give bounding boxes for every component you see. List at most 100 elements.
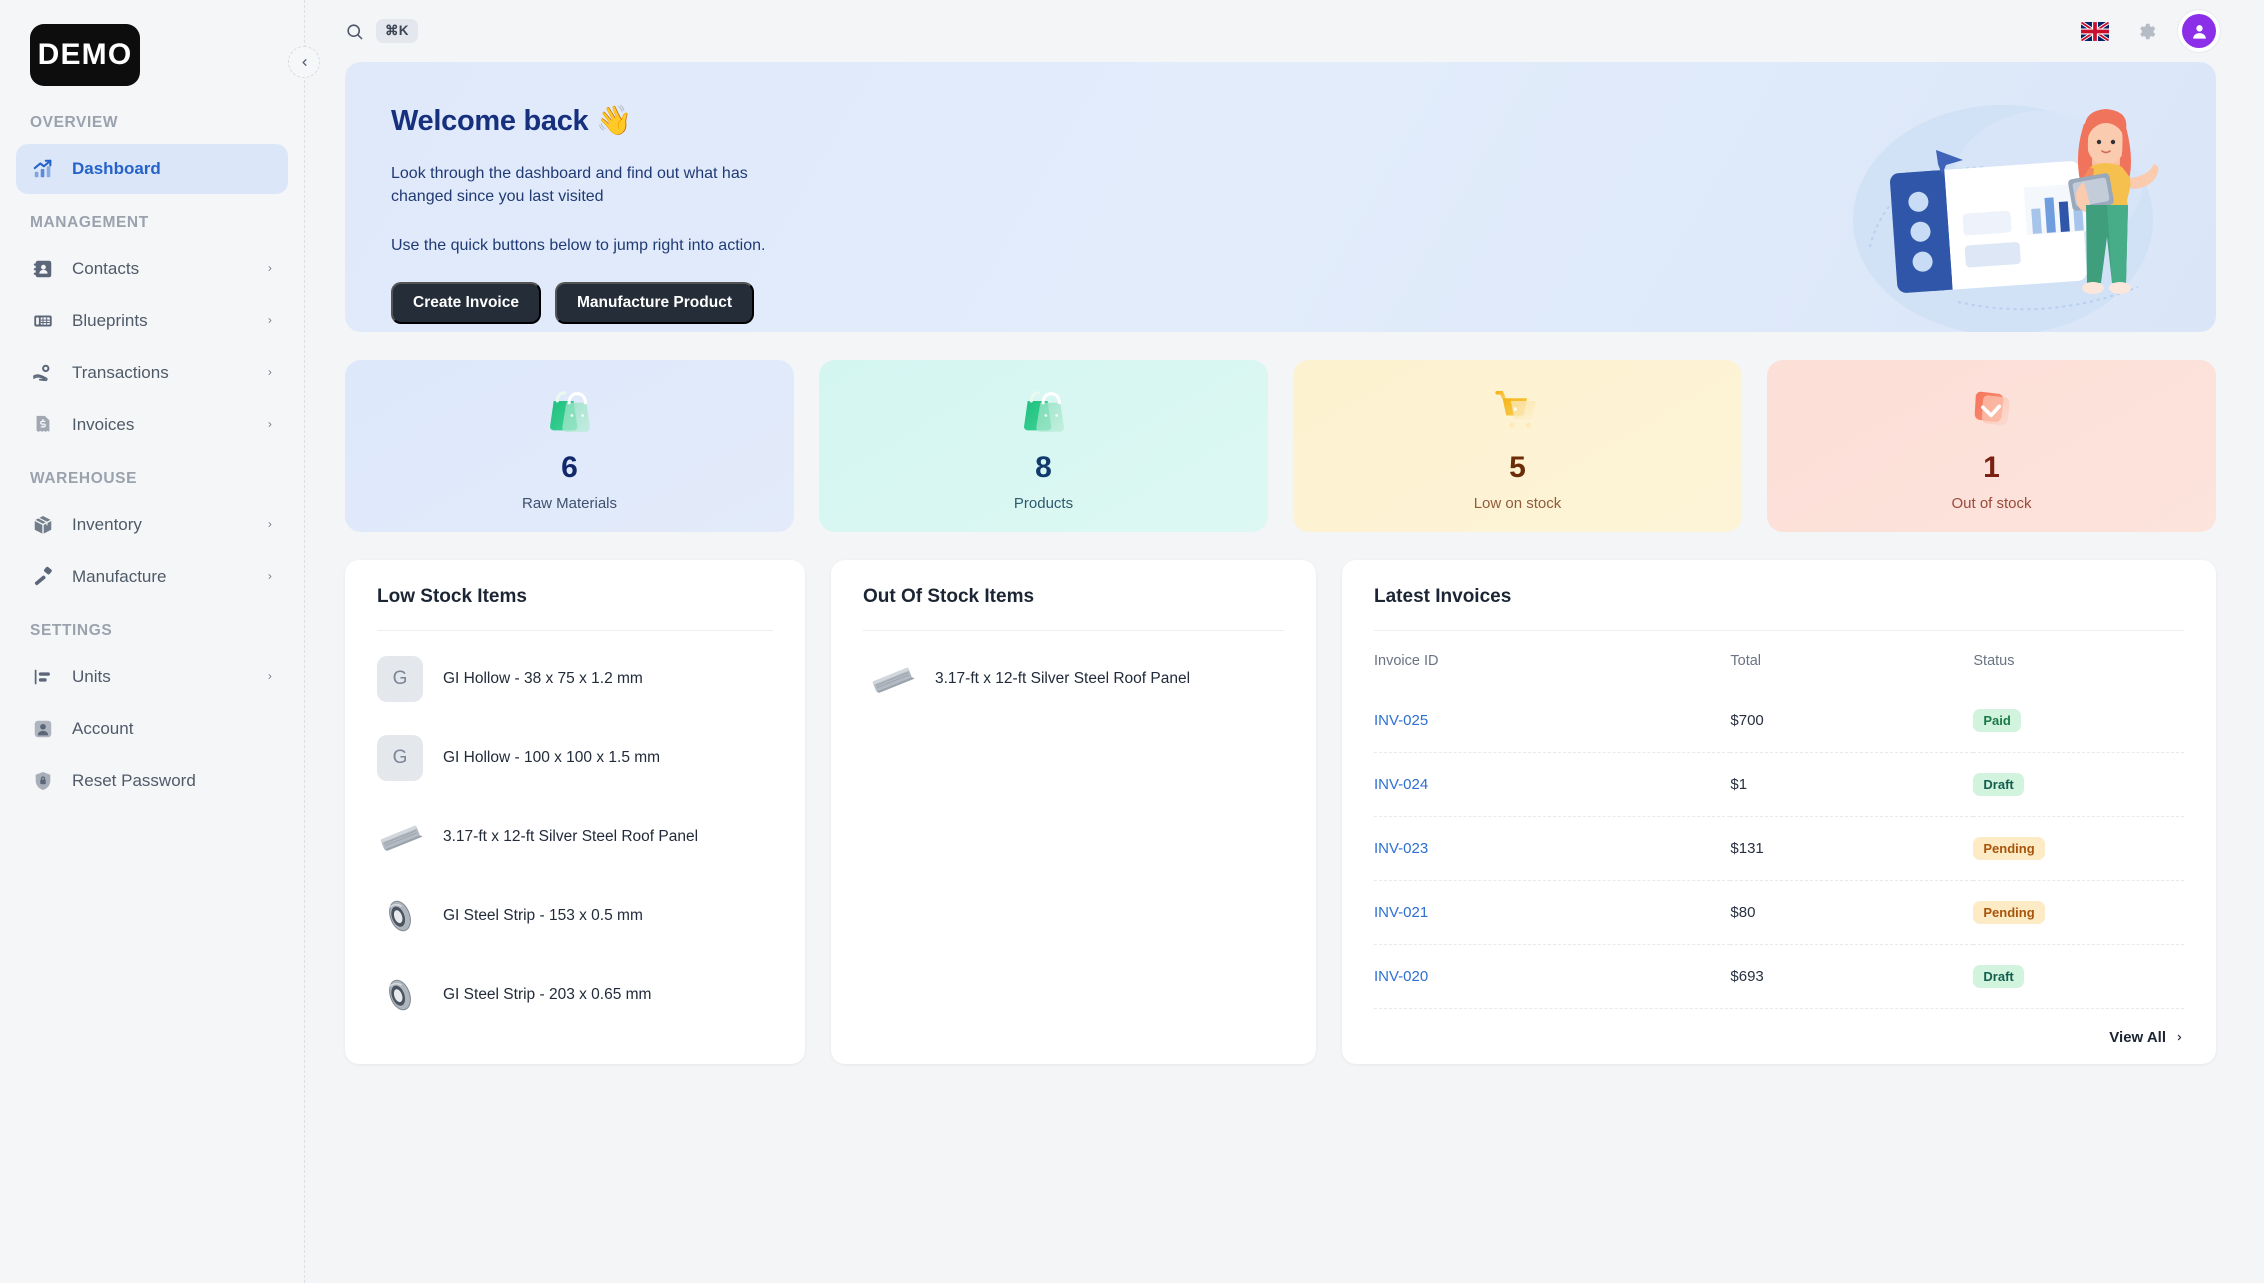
banner-subdescription: Use the quick buttons below to jump righ… <box>391 237 766 255</box>
topbar: ⌘K <box>305 0 2264 62</box>
sidebar-item-blueprints[interactable]: Blueprints <box>16 296 288 346</box>
manufacture-product-button[interactable]: Manufacture Product <box>554 281 754 324</box>
view-all-button[interactable]: View All <box>2109 1029 2184 1046</box>
sidebar-collapse-button[interactable] <box>288 46 320 78</box>
search-trigger[interactable]: ⌘K <box>345 19 418 43</box>
sidebar-section-label-overview: OVERVIEW <box>30 114 119 131</box>
banner-description: Look through the dashboard and find out … <box>391 165 748 206</box>
logo[interactable]: DEMO <box>16 0 288 96</box>
gear-icon[interactable] <box>2135 21 2156 42</box>
search-shortcut-badge: ⌘K <box>376 19 418 43</box>
sidebar-item-label: Account <box>72 719 134 738</box>
invoice-status-cell: Pending <box>1973 880 2184 945</box>
status-badge: Pending <box>1973 901 2045 924</box>
sidebar-item-reset-password[interactable]: Reset Password <box>16 756 288 806</box>
list-item[interactable]: G GI Hollow - 100 x 100 x 1.5 mm <box>377 718 773 797</box>
stat-label: Low on stock <box>1473 494 1562 512</box>
status-badge: Draft <box>1973 773 2024 796</box>
stats-row: 6 Raw Materials 8 Products 5 Low on stock 1 Out… <box>345 360 2216 532</box>
box-icon <box>30 512 56 538</box>
steel-coil-icon <box>377 893 423 939</box>
panels-row: Low Stock Items G GI Hollow - 38 x 75 x 1… <box>345 560 2216 1064</box>
invoice-status-cell: Draft <box>1973 752 2184 817</box>
blueprints-icon <box>30 308 56 334</box>
invoice-id-cell: INV-023 <box>1374 816 1731 881</box>
list-item[interactable]: 3.17-ft x 12-ft Silver Steel Roof Panel <box>863 639 1284 718</box>
table-row: INV-020 $693 Draft <box>1374 944 2184 1008</box>
item-name: GI Hollow - 100 x 100 x 1.5 mm <box>443 748 661 766</box>
invoice-total-cell: $80 <box>1730 880 1974 945</box>
stat-value: 8 <box>1035 450 1052 484</box>
latest-invoices-panel: Latest Invoices Invoice ID Total Status IN… <box>1342 560 2216 1064</box>
page-content: Welcome back 👋 Look through the dashboar… <box>305 62 2264 1064</box>
sidebar-item-label: Invoices <box>72 415 135 434</box>
sidebar-item-invoices[interactable]: Invoices <box>16 400 288 450</box>
chevron-right-icon <box>266 365 274 382</box>
invoice-id-link[interactable]: INV-025 <box>1374 712 1428 729</box>
invoice-id-cell: INV-021 <box>1374 880 1731 945</box>
invoice-id-cell: INV-020 <box>1374 944 1731 1008</box>
status-badge: Pending <box>1973 837 2045 860</box>
search-icon <box>345 22 364 41</box>
item-name: 3.17-ft x 12-ft Silver Steel Roof Panel <box>935 669 1191 687</box>
stat-label: Raw Materials <box>521 494 618 512</box>
invoice-status-cell: Pending <box>1973 816 2184 881</box>
out-of-stock-panel: Out Of Stock Items 3.17-ft x 12-ft Silve… <box>831 560 1316 1064</box>
item-name: 3.17-ft x 12-ft Silver Steel Roof Panel <box>443 827 699 845</box>
sidebar-item-manufacture[interactable]: Manufacture <box>16 552 288 602</box>
sidebar-item-units[interactable]: Units <box>16 652 288 702</box>
welcome-banner: Welcome back 👋 Look through the dashboar… <box>345 62 2216 332</box>
chevron-left-icon <box>301 58 307 66</box>
chevron-right-icon <box>266 669 274 686</box>
sidebar-item-transactions[interactable]: Transactions <box>16 348 288 398</box>
main-area: ⌘K Welcome back 👋 Look through the dashb… <box>305 0 2264 1283</box>
list-item[interactable]: 3.17-ft x 12-ft Silver Steel Roof Panel <box>377 797 773 876</box>
list-item[interactable]: GI Steel Strip - 153 x 0.5 mm <box>377 876 773 955</box>
chevron-right-icon <box>266 517 274 534</box>
chevron-down-badge-icon <box>1963 381 2021 439</box>
sidebar-item-account[interactable]: Account <box>16 704 288 754</box>
stat-card-out-of-stock[interactable]: 1 Out of stock <box>1767 360 2216 532</box>
invoice-id-link[interactable]: INV-024 <box>1374 776 1428 793</box>
create-invoice-button[interactable]: Create Invoice <box>391 281 541 324</box>
uk-flag-icon[interactable] <box>2081 21 2109 41</box>
sidebar-item-dashboard[interactable]: Dashboard <box>16 144 288 194</box>
banner-primary-actions: Create Invoice Manufacture Product <box>391 281 2170 324</box>
stat-label: Out of stock <box>1951 494 2032 512</box>
invoices-column-header: Status <box>1973 653 2015 669</box>
list-item[interactable]: GI Steel Strip - 203 x 0.65 mm <box>377 955 773 1034</box>
low-stock-panel: Low Stock Items G GI Hollow - 38 x 75 x 1… <box>345 560 805 1064</box>
invoice-id-link[interactable]: INV-023 <box>1374 840 1428 857</box>
invoices-table: Invoice ID Total Status INV-025 $700 Paid INV… <box>1374 631 2184 1008</box>
stat-card-low-on-stock[interactable]: 5 Low on stock <box>1293 360 1742 532</box>
stat-card-raw-materials[interactable]: 6 Raw Materials <box>345 360 794 532</box>
sidebar-item-inventory[interactable]: Inventory <box>16 500 288 550</box>
invoice-id-link[interactable]: INV-020 <box>1374 968 1428 985</box>
sidebar-item-label: Reset Password <box>72 771 196 790</box>
user-avatar-icon[interactable] <box>2182 14 2216 48</box>
item-name: GI Hollow - 38 x 75 x 1.2 mm <box>443 669 643 687</box>
invoices-column-header: Total <box>1730 653 1762 669</box>
invoice-id-link[interactable]: INV-021 <box>1374 904 1428 921</box>
out-of-stock-title: Out Of Stock Items <box>863 586 1284 631</box>
sidebar-item-label: Transactions <box>72 363 169 382</box>
sidebar-item-contacts[interactable]: Contacts <box>16 244 288 294</box>
sidebar-item-label: Contacts <box>72 259 140 278</box>
list-item[interactable]: G GI Hollow - 38 x 75 x 1.2 mm <box>377 639 773 718</box>
sidebar-section-label-settings: SETTINGS <box>30 622 113 639</box>
sidebar-section-label-warehouse: WAREHOUSE <box>30 470 138 487</box>
sidebar-item-label: Blueprints <box>72 311 148 330</box>
sidebar-item-label: Manufacture <box>72 567 167 586</box>
shopping-cart-icon <box>1489 381 1547 439</box>
stat-card-products[interactable]: 8 Products <box>819 360 1268 532</box>
roof-panel-icon <box>869 656 915 702</box>
latest-invoices-title: Latest Invoices <box>1374 586 2184 631</box>
invoice-id-cell: INV-025 <box>1374 689 1730 753</box>
low-stock-title: Low Stock Items <box>377 586 773 631</box>
sidebar-section-label-management: MANAGEMENT <box>30 214 149 231</box>
table-row: INV-023 $131 Pending <box>1374 816 2184 881</box>
table-row: INV-021 $80 Pending <box>1374 880 2184 945</box>
invoice-total-cell: $693 <box>1730 944 1974 1008</box>
person-icon <box>30 716 56 742</box>
invoice-total-cell: $1 <box>1730 752 1974 817</box>
